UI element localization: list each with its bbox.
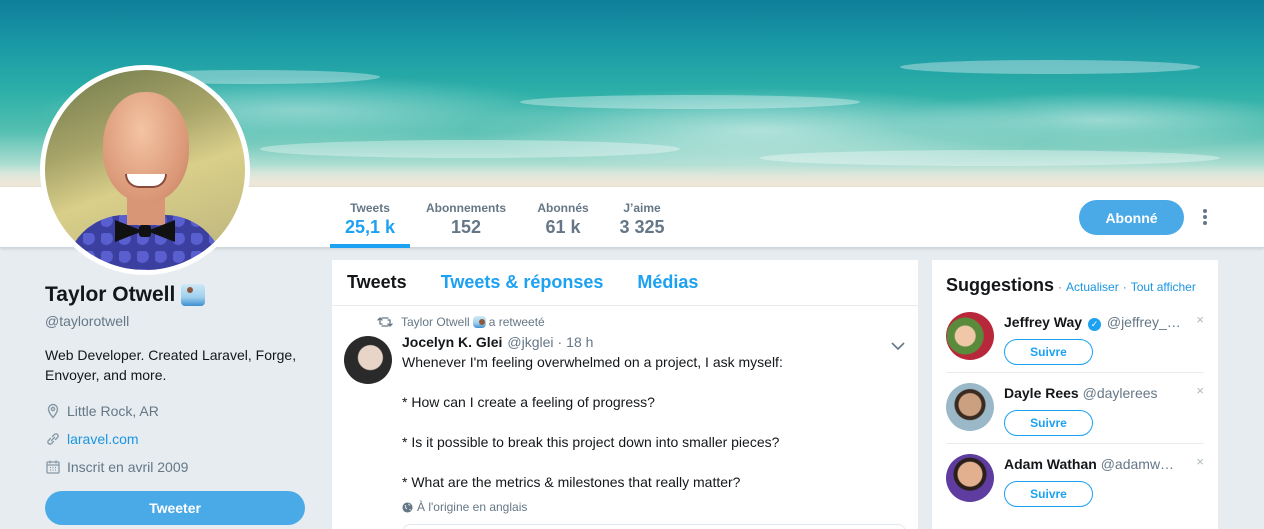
- retweet-icon: [377, 317, 393, 327]
- surfer-emoji-icon: [472, 316, 486, 328]
- separator-dot: ·: [557, 334, 563, 350]
- stat-label: Tweets: [350, 201, 390, 215]
- suggestion-handle[interactable]: @adamw…: [1101, 456, 1174, 472]
- tweet-timestamp[interactable]: 18 h: [566, 334, 593, 350]
- stat-value: 25,1 k: [344, 217, 396, 237]
- suggestion-item: Dayle Rees @daylerees Suivre ×: [946, 373, 1204, 444]
- suggestion-identity: Adam Wathan @adamw…: [1004, 456, 1194, 472]
- calendar-icon: [46, 460, 60, 474]
- tab-tweets[interactable]: Tweets: [347, 272, 407, 293]
- tweet-header: Jocelyn K. Glei @jkglei · 18 h: [402, 334, 906, 350]
- translation-note-text: À l'origine en anglais: [417, 500, 528, 514]
- tweet-to-button[interactable]: Tweeter: [45, 491, 305, 525]
- suggestion-name[interactable]: Dayle Rees: [1004, 385, 1079, 401]
- stat-label: J’aime: [623, 201, 661, 215]
- suggestion-name[interactable]: Jeffrey Way: [1004, 314, 1082, 330]
- profile-avatar[interactable]: [40, 65, 250, 275]
- link-icon: [47, 433, 59, 445]
- dismiss-icon[interactable]: ×: [1196, 383, 1204, 398]
- suggestion-handle[interactable]: @daylerees: [1083, 385, 1158, 401]
- website-link[interactable]: laravel.com: [67, 431, 139, 447]
- tweet-author-handle[interactable]: @jkglei: [507, 334, 553, 350]
- banner-wave: [900, 60, 1200, 74]
- banner-wave: [260, 140, 680, 158]
- tweet-line: * How can I create a feeling of progress…: [402, 394, 655, 410]
- tab-tweets-replies[interactable]: Tweets & réponses: [441, 272, 604, 293]
- tab-media[interactable]: Médias: [637, 272, 698, 293]
- suggestion-item: Adam Wathan @adamw… Suivre ×: [946, 444, 1204, 515]
- tweet-author-name[interactable]: Jocelyn K. Glei: [402, 334, 502, 350]
- follow-button[interactable]: Suivre: [1004, 481, 1093, 507]
- stat-value: 152: [450, 217, 482, 237]
- suggestions-list: Jeffrey Way ✓ @jeffrey_… Suivre × Dayle …: [932, 302, 1218, 515]
- retweet-context: Taylor Otwell a retweeté: [377, 314, 906, 330]
- view-all-link[interactable]: Tout afficher: [1131, 280, 1196, 294]
- globe-icon: [402, 501, 413, 513]
- stat-tweets[interactable]: Tweets 25,1 k: [330, 187, 410, 248]
- translation-note[interactable]: À l'origine en anglais: [402, 500, 906, 514]
- suggestion-identity: Jeffrey Way ✓ @jeffrey_…: [1004, 314, 1194, 331]
- stat-following[interactable]: Abonnements 152: [422, 187, 510, 248]
- follow-button[interactable]: Suivre: [1004, 410, 1093, 436]
- stat-value: 61 k: [545, 217, 581, 237]
- joined-text: Inscrit en avril 2009: [67, 459, 189, 475]
- location-row: Little Rock, AR: [45, 397, 315, 425]
- tweet-author-avatar[interactable]: [344, 336, 392, 384]
- tweet-line: [402, 452, 906, 472]
- banner-wave: [760, 150, 1220, 166]
- retweet-suffix: a retweeté: [488, 315, 545, 329]
- separator-dot: ·: [1122, 280, 1127, 294]
- tweet-line: Whenever I'm feeling overwhelmed on a pr…: [402, 354, 783, 370]
- tweet-line: [402, 372, 906, 392]
- suggestion-name[interactable]: Adam Wathan: [1004, 456, 1097, 472]
- dismiss-icon[interactable]: ×: [1196, 312, 1204, 327]
- tweet-line: * What are the metrics & milestones that…: [402, 474, 741, 490]
- stat-label: Abonnés: [537, 201, 589, 215]
- suggestions-title: Suggestions: [946, 275, 1055, 295]
- profile-meta: Little Rock, AR laravel.com Inscrit en a…: [45, 397, 315, 481]
- chevron-down-icon[interactable]: [890, 340, 906, 352]
- suggestion-handle[interactable]: @jeffrey_…: [1107, 314, 1181, 330]
- profile-handle[interactable]: @taylorotwell: [45, 313, 315, 329]
- who-to-follow: Suggestions · Actualiser · Tout afficher…: [931, 259, 1219, 529]
- tweet-text: Whenever I'm feeling overwhelmed on a pr…: [402, 352, 906, 492]
- tweet[interactable]: Taylor Otwell a retweeté Jocelyn K. Glei…: [332, 306, 918, 529]
- stat-followers[interactable]: Abonnés 61 k: [533, 187, 593, 248]
- profile-name[interactable]: Taylor Otwell: [45, 283, 175, 307]
- profile-bio: Web Developer. Created Laravel, Forge, E…: [45, 347, 297, 383]
- follow-button[interactable]: Suivre: [1004, 339, 1093, 365]
- more-options-icon[interactable]: [1198, 207, 1212, 227]
- suggestion-identity: Dayle Rees @daylerees: [1004, 385, 1194, 401]
- following-button[interactable]: Abonné: [1079, 200, 1184, 235]
- location-text: Little Rock, AR: [67, 403, 159, 419]
- retweeter-name[interactable]: Taylor Otwell: [401, 315, 470, 329]
- location-pin-icon: [47, 403, 59, 419]
- dismiss-icon[interactable]: ×: [1196, 454, 1204, 469]
- tweet-line: [402, 412, 906, 432]
- quoted-tweet-card[interactable]: [402, 524, 906, 529]
- website-row: laravel.com: [45, 425, 315, 453]
- tweet-line: * Is it possible to break this project d…: [402, 434, 780, 450]
- verified-badge-icon: ✓: [1087, 318, 1101, 331]
- stat-label: Abonnements: [425, 201, 506, 215]
- stat-value: 3 325: [619, 217, 665, 237]
- profile-card: Taylor Otwell @taylorotwell Web Develope…: [45, 283, 315, 525]
- joined-row: Inscrit en avril 2009: [45, 453, 315, 481]
- timeline-tabs: Tweets Tweets & réponses Médias: [332, 260, 918, 306]
- timeline: Tweets Tweets & réponses Médias Taylor O…: [331, 259, 919, 529]
- suggestion-avatar[interactable]: [946, 312, 994, 360]
- suggestions-header: Suggestions · Actualiser · Tout afficher: [932, 260, 1218, 296]
- refresh-link[interactable]: Actualiser: [1066, 280, 1119, 294]
- separator-dot: ·: [1058, 280, 1063, 294]
- stat-likes[interactable]: J’aime 3 325: [614, 187, 670, 248]
- suggestion-item: Jeffrey Way ✓ @jeffrey_… Suivre ×: [946, 302, 1204, 373]
- surfer-emoji-icon: [181, 284, 206, 306]
- suggestion-avatar[interactable]: [946, 383, 994, 431]
- profile-name-row: Taylor Otwell: [45, 283, 315, 307]
- banner-wave: [520, 95, 860, 109]
- suggestion-avatar[interactable]: [946, 454, 994, 502]
- avatar-photo: [45, 70, 245, 270]
